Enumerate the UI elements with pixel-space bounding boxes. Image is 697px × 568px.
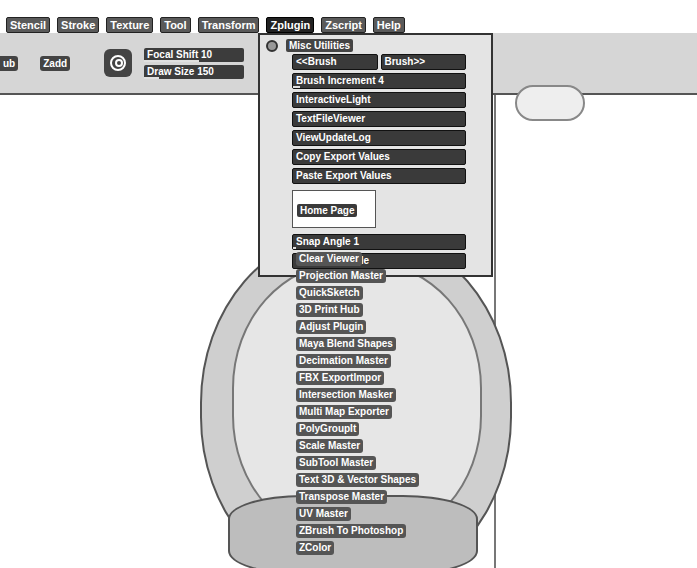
- menu-button[interactable]: <<Brush: [292, 54, 378, 70]
- menu-button[interactable]: ViewUpdateLog: [292, 130, 466, 146]
- menu-title: Misc Utilities: [286, 39, 353, 52]
- mode-button[interactable]: ub: [0, 56, 18, 71]
- plugin-button[interactable]: SubTool Master: [296, 456, 376, 470]
- plugin-button[interactable]: UV Master: [296, 507, 351, 521]
- plugin-button[interactable]: Adjust Plugin: [296, 320, 366, 334]
- menu-item[interactable]: Zplugin: [266, 17, 314, 33]
- toolbar-slider[interactable]: Focal Shift 10: [144, 48, 244, 62]
- plugin-button[interactable]: Multi Map Exporter: [296, 405, 392, 419]
- menu-slider[interactable]: Snap Angle 1: [292, 234, 466, 250]
- menu-item[interactable]: Tool: [160, 17, 190, 33]
- zadd-button[interactable]: Zadd: [40, 56, 70, 71]
- slider-fill: [144, 77, 159, 79]
- brush-icon[interactable]: [104, 49, 132, 77]
- plugin-list: Clear Viewer Projection Master QuickSketch…: [296, 252, 419, 555]
- slider-fill: [293, 86, 300, 88]
- menu-header: Misc Utilities: [260, 35, 491, 52]
- slider-label: Brush Increment 4: [296, 74, 462, 88]
- toolbar-slider[interactable]: Draw Size 150: [144, 65, 244, 79]
- slider-label: Draw Size 150: [147, 65, 241, 79]
- close-icon[interactable]: [266, 40, 278, 52]
- zplugin-menu: Misc Utilities <<BrushBrush>> Brush Increm…: [258, 33, 493, 277]
- menu-button[interactable]: Paste Export Values: [292, 168, 466, 184]
- menu-item[interactable]: Stencil: [6, 17, 50, 33]
- button-pair: <<BrushBrush>>: [292, 54, 466, 70]
- menu-item[interactable]: Help: [373, 17, 405, 33]
- plugin-button[interactable]: 3D Print Hub: [296, 303, 363, 317]
- home-page-box: Home Page: [292, 190, 376, 228]
- menu-bar: Stencil Stroke Texture Tool Transform Zplugin…: [0, 0, 697, 33]
- menu-item[interactable]: Stroke: [57, 17, 99, 33]
- plugin-button[interactable]: ZBrush To Photoshop: [296, 524, 406, 538]
- menu-items: <<BrushBrush>> Brush Increment 4 Interacti…: [260, 52, 466, 269]
- menu-button[interactable]: Copy Export Values: [292, 149, 466, 165]
- slider-label: Focal Shift 10: [147, 48, 241, 62]
- slider-group: Focal Shift 10 Draw Size 150: [144, 48, 244, 79]
- menu-item[interactable]: Texture: [106, 17, 153, 33]
- slider-fill: [144, 60, 199, 62]
- plugin-button[interactable]: Maya Blend Shapes: [296, 337, 396, 351]
- menu-button[interactable]: InteractiveLight: [292, 92, 466, 108]
- plugin-button[interactable]: PolyGroupIt: [296, 422, 359, 436]
- plugin-button[interactable]: ZColor: [296, 541, 334, 555]
- slider-fill: [293, 247, 296, 249]
- plugin-button[interactable]: Text 3D & Vector Shapes: [296, 473, 419, 487]
- plugin-button[interactable]: Clear Viewer: [296, 252, 362, 266]
- plugin-button[interactable]: Intersection Masker: [296, 388, 396, 402]
- plugin-button[interactable]: Scale Master: [296, 439, 363, 453]
- menu-item[interactable]: Zscript: [321, 17, 366, 33]
- gizmo-circle: [515, 85, 585, 121]
- menu-slider[interactable]: Brush Increment 4: [292, 73, 466, 89]
- slider-label: Snap Angle 1: [296, 235, 462, 249]
- home-page-button[interactable]: Home Page: [297, 204, 357, 217]
- menu-button[interactable]: Brush>>: [381, 54, 467, 70]
- plugin-button[interactable]: Decimation Master: [296, 354, 391, 368]
- plugin-button[interactable]: Transpose Master: [296, 490, 387, 504]
- plugin-button[interactable]: Projection Master: [296, 269, 386, 283]
- plugin-button[interactable]: QuickSketch: [296, 286, 363, 300]
- menu-item[interactable]: Transform: [198, 17, 260, 33]
- plugin-button[interactable]: FBX ExportImpor: [296, 371, 384, 385]
- menu-button[interactable]: TextFileViewer: [292, 111, 466, 127]
